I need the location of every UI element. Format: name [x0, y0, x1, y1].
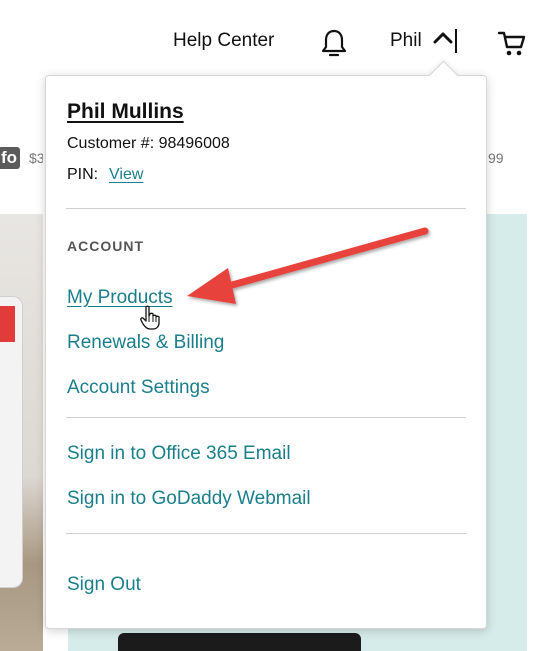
background-price-left: $3 — [29, 150, 43, 166]
bell-icon[interactable] — [320, 27, 348, 59]
divider — [66, 208, 466, 209]
account-full-name[interactable]: Phil Mullins — [67, 100, 184, 124]
cart-icon[interactable] — [497, 29, 527, 57]
background-cta-button[interactable] — [118, 633, 361, 651]
menu-item-account-settings[interactable]: Account Settings — [67, 377, 210, 399]
text-cursor — [455, 29, 457, 53]
menu-item-renewals-billing[interactable]: Renewals & Billing — [67, 332, 224, 354]
chevron-up-icon[interactable] — [433, 30, 453, 46]
pin-view-link[interactable]: View — [109, 166, 143, 184]
pin-label: PIN: — [67, 166, 99, 183]
account-menu-toggle[interactable]: Phil — [390, 30, 422, 52]
divider — [66, 417, 466, 418]
hand-cursor-icon — [140, 305, 160, 330]
background-promo-panel — [486, 214, 527, 651]
menu-item-webmail[interactable]: Sign in to GoDaddy Webmail — [67, 488, 311, 510]
background-device-accent — [0, 306, 15, 342]
customer-number: Customer #: 98496008 — [67, 135, 230, 152]
background-price-right: 99 — [488, 150, 504, 166]
menu-item-office365-email[interactable]: Sign in to Office 365 Email — [67, 443, 291, 465]
account-dropdown: Phil Mullins Customer #: 98496008 PIN: V… — [45, 75, 487, 629]
divider — [66, 533, 466, 534]
section-heading-account: ACCOUNT — [67, 238, 144, 254]
background-logo-badge: fo — [0, 147, 20, 169]
help-center-link[interactable]: Help Center — [173, 30, 274, 52]
menu-item-sign-out[interactable]: Sign Out — [67, 574, 141, 596]
